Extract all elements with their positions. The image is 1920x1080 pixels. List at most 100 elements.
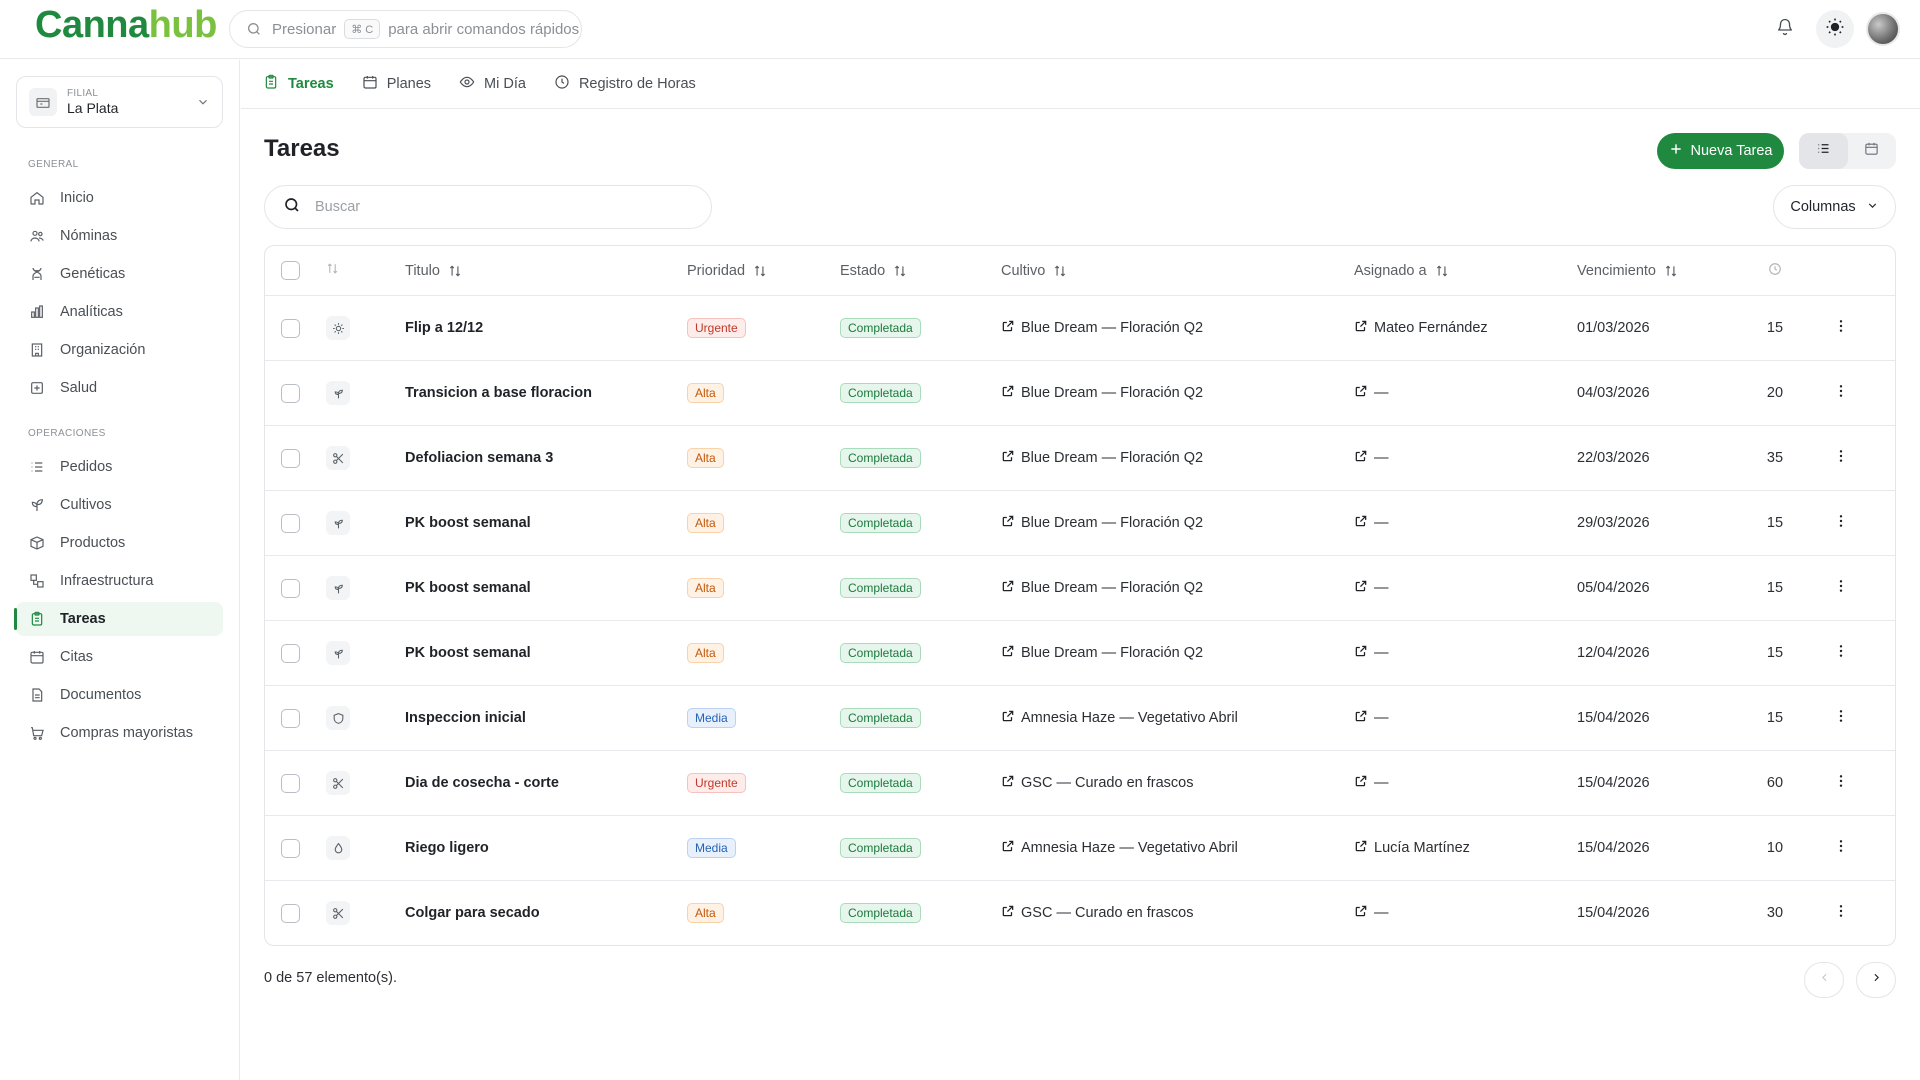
task-title[interactable]: PK boost semanal bbox=[405, 645, 531, 661]
table-row[interactable]: PK boost semanal Alta Completada Blue Dream… bbox=[265, 490, 1895, 555]
table-row[interactable]: PK boost semanal Alta Completada Blue Dream… bbox=[265, 555, 1895, 620]
command-search[interactable]: Presionar ⌘ C para abrir comandos rápido… bbox=[229, 10, 582, 48]
crop-link[interactable]: Blue Dream — Floración Q2 bbox=[1001, 319, 1203, 337]
assignee-link[interactable]: Mateo Fernández bbox=[1354, 319, 1488, 337]
table-row[interactable]: Riego ligero Media Completada Amnesia Haze … bbox=[265, 815, 1895, 880]
assignee-link[interactable]: — bbox=[1354, 449, 1389, 467]
sidebar-item-tareas[interactable]: Tareas bbox=[14, 602, 223, 636]
table-row[interactable]: Dia de cosecha - corte Urgente Completada G… bbox=[265, 750, 1895, 815]
task-title[interactable]: Transicion a base floracion bbox=[405, 385, 592, 401]
calendar-view-button[interactable] bbox=[1848, 133, 1897, 169]
select-all-checkbox[interactable] bbox=[281, 261, 300, 280]
header-state[interactable]: Estado bbox=[840, 246, 907, 295]
row-checkbox[interactable] bbox=[281, 383, 300, 403]
crop-link[interactable]: Blue Dream — Floración Q2 bbox=[1001, 384, 1203, 402]
row-checkbox[interactable] bbox=[281, 773, 300, 793]
header-crop[interactable]: Cultivo bbox=[1001, 246, 1067, 295]
branch-selector[interactable]: FILIAL La Plata bbox=[16, 76, 223, 128]
assignee-link[interactable]: — bbox=[1354, 514, 1389, 532]
next-page-button[interactable] bbox=[1856, 962, 1896, 998]
crop-link[interactable]: Amnesia Haze — Vegetativo Abril bbox=[1001, 709, 1238, 727]
crop-link[interactable]: Amnesia Haze — Vegetativo Abril bbox=[1001, 839, 1238, 857]
crop-link[interactable]: Blue Dream — Floración Q2 bbox=[1001, 514, 1203, 532]
header-due[interactable]: Vencimiento bbox=[1577, 246, 1678, 295]
table-row[interactable]: Defoliacion semana 3 Alta Completada Blue D… bbox=[265, 425, 1895, 490]
sidebar-item-compras-mayoristas[interactable]: Compras mayoristas bbox=[16, 716, 223, 750]
crop-link[interactable]: Blue Dream — Floración Q2 bbox=[1001, 579, 1203, 597]
table-row[interactable]: Flip a 12/12 Urgente Completada Blue Dream … bbox=[265, 295, 1895, 360]
more-options-icon[interactable] bbox=[1833, 513, 1849, 533]
more-options-icon[interactable] bbox=[1833, 318, 1849, 338]
logo[interactable]: Cannahub bbox=[35, 4, 217, 47]
task-title[interactable]: Colgar para secado bbox=[405, 905, 540, 921]
sidebar-item-infraestructura[interactable]: Infraestructura bbox=[16, 564, 223, 598]
table-row[interactable]: Inspeccion inicial Media Completada Amnesia… bbox=[265, 685, 1895, 750]
more-options-icon[interactable] bbox=[1833, 578, 1849, 598]
row-checkbox[interactable] bbox=[281, 578, 300, 598]
sidebar-item-documentos[interactable]: Documentos bbox=[16, 678, 223, 712]
tab-planes[interactable]: Planes bbox=[362, 74, 431, 94]
crop-link[interactable]: Blue Dream — Floración Q2 bbox=[1001, 644, 1203, 662]
assignee-link[interactable]: Lucía Martínez bbox=[1354, 839, 1470, 857]
crop-link[interactable]: Blue Dream — Floración Q2 bbox=[1001, 449, 1203, 467]
row-checkbox[interactable] bbox=[281, 513, 300, 533]
row-checkbox[interactable] bbox=[281, 448, 300, 468]
more-options-icon[interactable] bbox=[1833, 383, 1849, 403]
header-priority[interactable]: Prioridad bbox=[687, 246, 767, 295]
assignee-link[interactable]: — bbox=[1354, 579, 1389, 597]
sidebar-item-salud[interactable]: Salud bbox=[16, 371, 223, 405]
task-title[interactable]: Riego ligero bbox=[405, 840, 489, 856]
row-checkbox[interactable] bbox=[281, 318, 300, 338]
more-options-icon[interactable] bbox=[1833, 838, 1849, 858]
row-checkbox[interactable] bbox=[281, 643, 300, 663]
new-task-button[interactable]: Nueva Tarea bbox=[1657, 133, 1784, 169]
table-row[interactable]: Transicion a base floracion Alta Completad… bbox=[265, 360, 1895, 425]
tab-registro-horas[interactable]: Registro de Horas bbox=[554, 74, 696, 94]
task-title[interactable]: Flip a 12/12 bbox=[405, 320, 483, 336]
assignee-link[interactable]: — bbox=[1354, 904, 1389, 922]
assignee-link[interactable]: — bbox=[1354, 384, 1389, 402]
assignee-link[interactable]: — bbox=[1354, 774, 1389, 792]
sidebar-item-organizacion[interactable]: Organización bbox=[16, 333, 223, 367]
task-title[interactable]: PK boost semanal bbox=[405, 515, 531, 531]
search-field[interactable]: Buscar bbox=[264, 185, 712, 229]
more-options-icon[interactable] bbox=[1833, 903, 1849, 923]
row-checkbox[interactable] bbox=[281, 838, 300, 858]
task-title[interactable]: Defoliacion semana 3 bbox=[405, 450, 553, 466]
user-avatar[interactable] bbox=[1866, 12, 1900, 46]
theme-toggle-button[interactable] bbox=[1816, 10, 1854, 48]
sidebar-item-inicio[interactable]: Inicio bbox=[16, 181, 223, 215]
header-duration[interactable] bbox=[1760, 246, 1790, 295]
list-view-button[interactable] bbox=[1799, 133, 1848, 169]
table-row[interactable]: PK boost semanal Alta Completada Blue Dream… bbox=[265, 620, 1895, 685]
previous-page-button[interactable] bbox=[1804, 962, 1844, 998]
crop-link[interactable]: GSC — Curado en frascos bbox=[1001, 904, 1193, 922]
task-title[interactable]: Dia de cosecha - corte bbox=[405, 775, 559, 791]
more-options-icon[interactable] bbox=[1833, 708, 1849, 728]
sidebar-item-geneticas[interactable]: Genéticas bbox=[16, 257, 223, 291]
task-title[interactable]: Inspeccion inicial bbox=[405, 710, 526, 726]
crop-link[interactable]: GSC — Curado en frascos bbox=[1001, 774, 1193, 792]
sidebar-item-cultivos[interactable]: Cultivos bbox=[16, 488, 223, 522]
sidebar-item-analiticas[interactable]: Analíticas bbox=[16, 295, 223, 329]
sidebar-item-pedidos[interactable]: Pedidos bbox=[16, 450, 223, 484]
tab-mi-dia[interactable]: Mi Día bbox=[459, 74, 526, 94]
more-options-icon[interactable] bbox=[1833, 773, 1849, 793]
row-checkbox[interactable] bbox=[281, 708, 300, 728]
type-sort-button[interactable] bbox=[326, 246, 339, 295]
row-checkbox[interactable] bbox=[281, 903, 300, 923]
assignee-link[interactable]: — bbox=[1354, 709, 1389, 727]
columns-button[interactable]: Columnas bbox=[1773, 185, 1896, 229]
more-options-icon[interactable] bbox=[1833, 643, 1849, 663]
header-assigned[interactable]: Asignado a bbox=[1354, 246, 1449, 295]
table-row[interactable]: Colgar para secado Alta Completada GSC — Cu… bbox=[265, 880, 1895, 945]
header-title[interactable]: Titulo bbox=[405, 246, 462, 295]
notifications-button[interactable] bbox=[1766, 10, 1804, 48]
sidebar-item-citas[interactable]: Citas bbox=[16, 640, 223, 674]
task-title[interactable]: PK boost semanal bbox=[405, 580, 531, 596]
more-options-icon[interactable] bbox=[1833, 448, 1849, 468]
sidebar-item-productos[interactable]: Productos bbox=[16, 526, 223, 560]
tab-tareas[interactable]: Tareas bbox=[263, 74, 334, 94]
assignee-link[interactable]: — bbox=[1354, 644, 1389, 662]
sidebar-item-nominas[interactable]: Nóminas bbox=[16, 219, 223, 253]
